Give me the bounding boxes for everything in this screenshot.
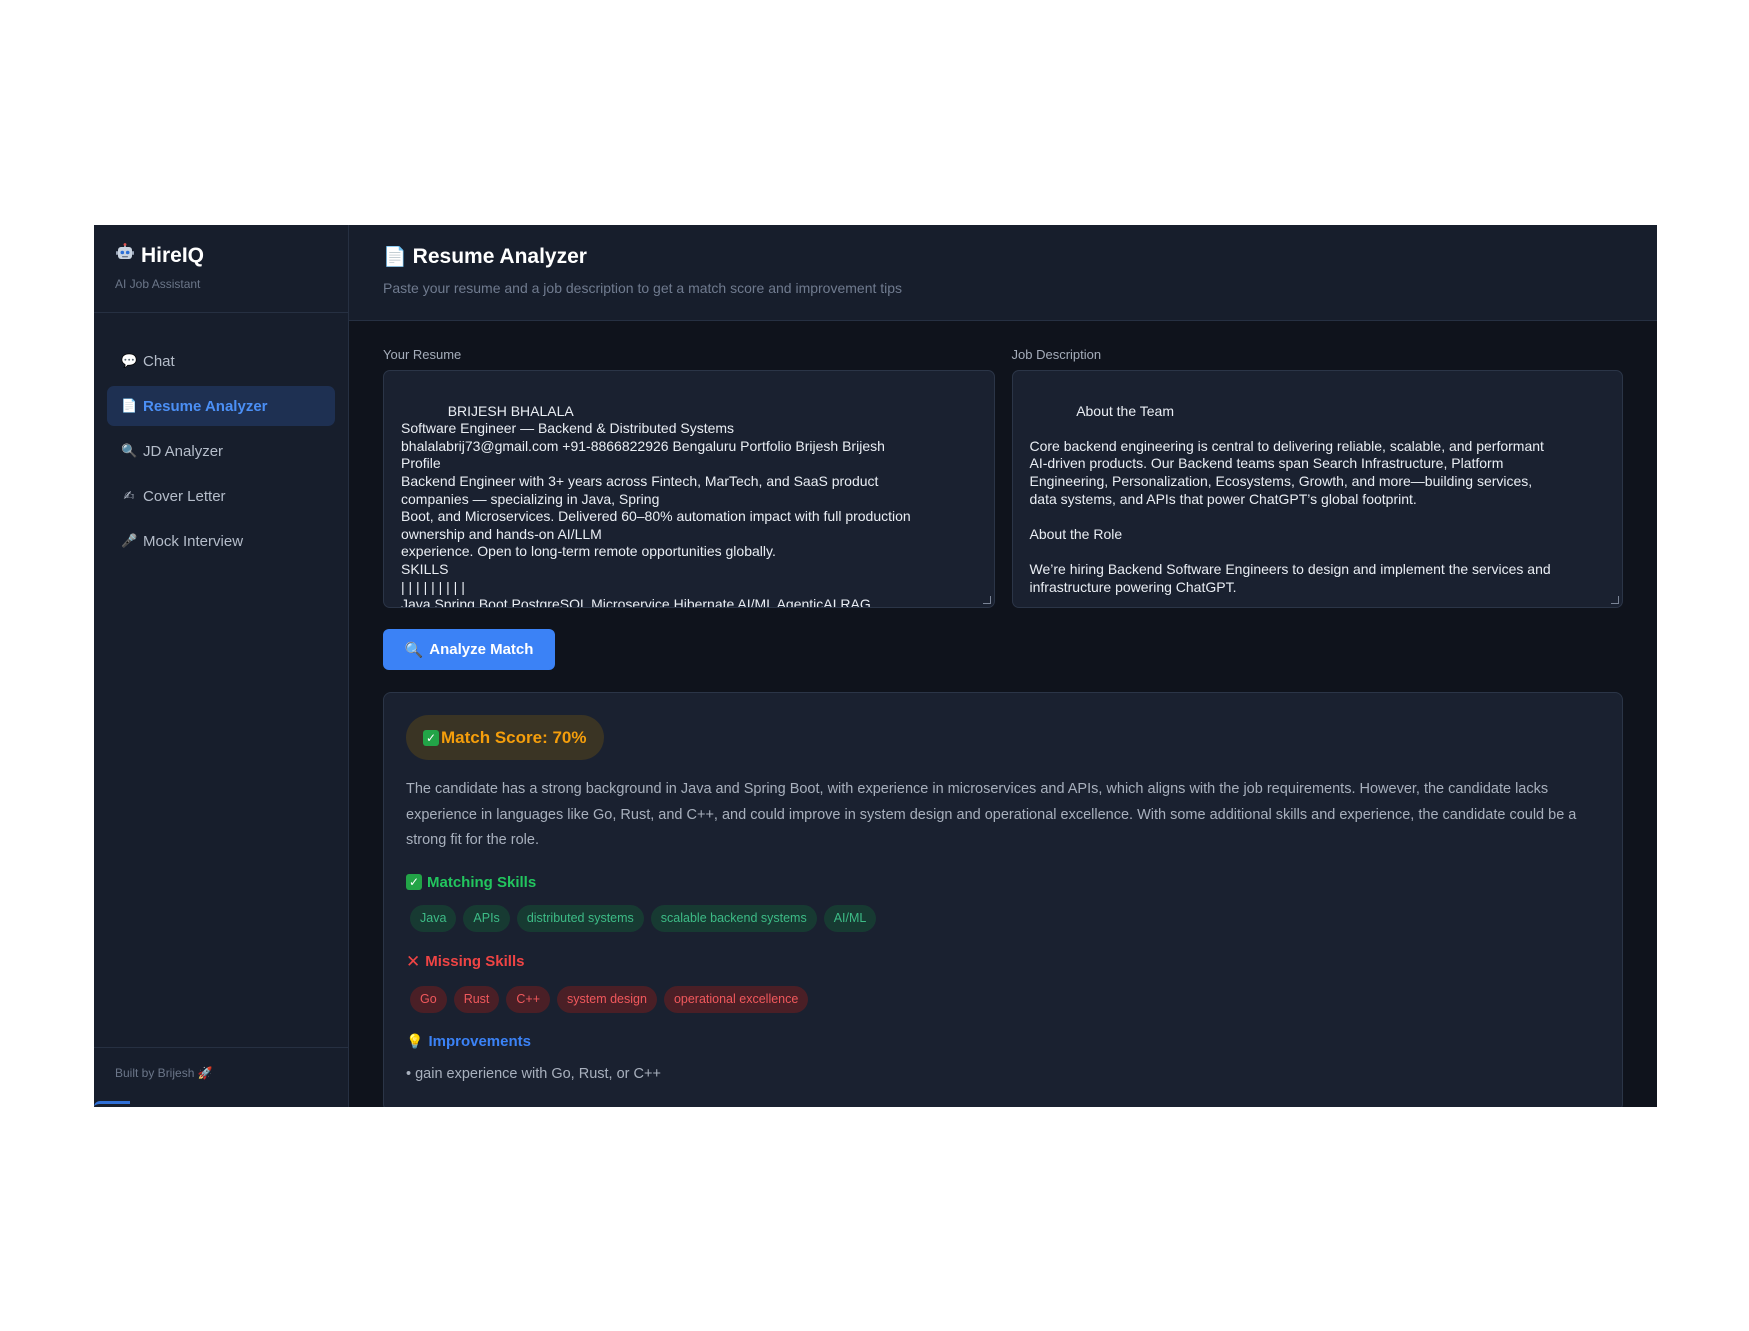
sidebar-nav: 💬 Chat 📄 Resume Analyzer 🔍 JD Analyzer ✍… — [94, 313, 348, 561]
page-title: Resume Analyzer — [412, 245, 587, 268]
content: Your Resume BRIJESH BHALALA Software Eng… — [349, 321, 1657, 1107]
skill-tag: distributed systems — [516, 904, 644, 932]
sidebar-item-label: Mock Interview — [143, 532, 244, 550]
footer-text: Built by Brijesh — [115, 1066, 195, 1080]
sidebar-item-label: Cover Letter — [143, 487, 226, 505]
matching-skills-heading: ✓ Matching Skills — [406, 874, 1600, 891]
match-score-text: Match Score: 70% — [441, 727, 587, 747]
skill-tag: scalable backend systems — [650, 904, 817, 932]
brand: HireIQ AI Job Assistant — [94, 225, 348, 313]
check-mark-icon: ✓ — [406, 874, 422, 890]
analyze-match-button[interactable]: 🔍 Analyze Match — [383, 629, 555, 670]
sidebar-item-label: JD Analyzer — [143, 442, 224, 460]
sidebar: HireIQ AI Job Assistant 💬 Chat 📄 Resume … — [94, 225, 349, 1107]
skill-tag: AI/ML — [823, 904, 877, 932]
input-fields: Your Resume BRIJESH BHALALA Software Eng… — [383, 347, 1623, 608]
footer-accent — [94, 1101, 130, 1107]
jd-label: Job Description — [1011, 347, 1102, 362]
skill-tag: Go — [410, 985, 447, 1013]
lightbulb-icon: 💡 — [406, 1032, 424, 1049]
skill-tag: Java — [410, 904, 457, 932]
improvement-item: • gain experience with Go, Rust, or C++ — [406, 1065, 661, 1082]
resume-textarea[interactable]: BRIJESH BHALALA Software Engineer — Back… — [383, 370, 995, 608]
sidebar-item-resume-analyzer[interactable]: 📄 Resume Analyzer — [107, 386, 335, 426]
skill-tag: operational excellence — [663, 985, 809, 1013]
match-score-badge: ✓ Match Score: 70% — [406, 715, 604, 760]
document-icon: 📄 — [383, 247, 407, 268]
sidebar-item-label: Chat — [143, 352, 175, 370]
brand-title: HireIQ — [141, 244, 205, 267]
main-panel: 📄 Resume Analyzer Paste your resume and … — [349, 225, 1657, 1107]
missing-skills-list: Go Rust C++ system design operational ex… — [406, 985, 1600, 1013]
missing-skills-heading: ✕ Missing Skills — [406, 951, 525, 971]
analysis-summary: The candidate has a strong background in… — [406, 781, 1577, 848]
resume-label: Your Resume — [383, 347, 462, 362]
brand-subtitle: AI Job Assistant — [115, 277, 201, 291]
sidebar-item-chat[interactable]: 💬 Chat — [107, 341, 335, 381]
result-card: ✓ Match Score: 70% The candidate has a s… — [383, 692, 1623, 1107]
skill-tag: system design — [557, 985, 657, 1013]
sidebar-item-mock-interview[interactable]: 🎤 Mock Interview — [107, 521, 335, 561]
skill-tag: APIs — [463, 904, 510, 932]
jd-textarea[interactable]: About the Team Core backend engineering … — [1011, 370, 1623, 608]
robot-icon — [115, 243, 135, 269]
microphone-icon: 🎤 — [121, 533, 138, 548]
resize-handle-icon[interactable] — [982, 596, 991, 604]
magnifier-icon: 🔍 — [121, 443, 138, 458]
resize-handle-icon[interactable] — [1611, 596, 1619, 604]
jd-field-group: Job Description About the Team Core back… — [1011, 347, 1623, 608]
document-icon: 📄 — [121, 398, 138, 413]
analyze-button-label: Analyze Match — [429, 641, 534, 658]
sidebar-item-cover-letter[interactable]: ✍ Cover Letter — [107, 476, 335, 516]
resume-text: BRIJESH BHALALA Software Engineer — Back… — [401, 402, 911, 608]
skill-tag: C++ — [506, 985, 551, 1013]
writing-hand-icon: ✍ — [123, 488, 135, 503]
sidebar-item-label: Resume Analyzer — [143, 397, 268, 415]
improvements-heading: 💡 Improvements — [406, 1032, 531, 1050]
jd-text: About the Team Core backend engineering … — [1029, 402, 1551, 595]
resume-field-group: Your Resume BRIJESH BHALALA Software Eng… — [383, 347, 995, 608]
speech-bubble-icon: 💬 — [121, 353, 138, 368]
page-header: 📄 Resume Analyzer Paste your resume and … — [349, 225, 1657, 321]
page-subtitle: Paste your resume and a job description … — [383, 280, 903, 296]
sidebar-item-jd-analyzer[interactable]: 🔍 JD Analyzer — [107, 431, 335, 471]
matching-skills-list: Java APIs distributed systems scalable b… — [406, 904, 1600, 932]
check-mark-icon: ✓ — [423, 729, 439, 746]
magnifier-icon: 🔍 — [404, 641, 424, 659]
app-window: HireIQ AI Job Assistant 💬 Chat 📄 Resume … — [94, 225, 1657, 1107]
skill-tag: Rust — [453, 985, 500, 1013]
sidebar-footer: Built by Brijesh 🚀 — [94, 1047, 348, 1107]
rocket-icon: 🚀 — [197, 1066, 213, 1080]
cross-mark-icon: ✕ — [406, 951, 421, 971]
